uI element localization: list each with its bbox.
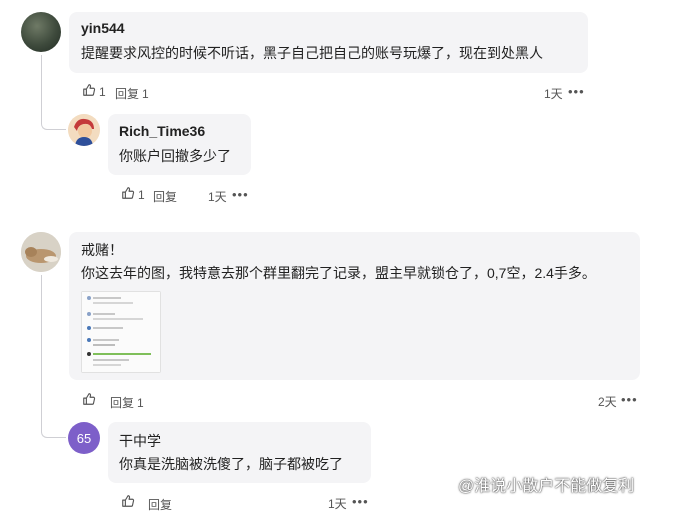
more-options-button[interactable]: •••: [568, 84, 585, 99]
more-options-button[interactable]: •••: [232, 187, 249, 202]
avatar-initials: 65: [76, 430, 92, 446]
dog-photo-icon: [21, 232, 61, 272]
chat-screenshot-thumbnail: [82, 292, 160, 372]
reply-button[interactable]: 回复: [148, 496, 172, 513]
comment-time: 1天: [328, 497, 347, 511]
reply-label: 回复: [115, 87, 140, 101]
comment-text: 你这去年的图，我特意去那个群里翻完了记录，盟主早就锁仓了，0,7空，2.4手多。: [81, 265, 596, 281]
avatar[interactable]: [68, 114, 100, 146]
comment-time: 1天: [208, 190, 227, 204]
comment-username[interactable]: yin544: [81, 20, 125, 36]
reply-button[interactable]: 回复: [153, 188, 177, 205]
comment-username[interactable]: 干中学: [119, 431, 161, 451]
avatar[interactable]: [21, 232, 61, 272]
reply-label: 回复: [110, 396, 135, 410]
comment-username[interactable]: 戒赌！: [81, 240, 123, 260]
thumbs-up-icon: [82, 83, 96, 100]
more-options-button[interactable]: •••: [621, 392, 638, 407]
comment-time: 1天: [544, 87, 563, 101]
reply-button[interactable]: 回复 1: [115, 85, 149, 102]
comment-text: 提醒要求风控的时候不听话，黑子自己把自己的账号玩爆了，现在到处黑人: [81, 45, 543, 61]
comment-text: 你账户回撤多少了: [119, 148, 231, 164]
thumbs-up-icon: [121, 186, 135, 203]
reply-count: 1: [142, 86, 149, 101]
cartoon-avatar-icon: [68, 114, 100, 146]
thumbs-up-icon: [82, 392, 96, 409]
more-options-button[interactable]: •••: [352, 494, 369, 509]
like-button[interactable]: 1: [121, 186, 145, 203]
like-button[interactable]: 1: [82, 83, 106, 100]
attached-image[interactable]: [81, 291, 161, 373]
comment-time: 2天: [598, 395, 617, 409]
watermark: @淮说小散户不能做复利: [458, 478, 635, 495]
reply-label: 回复: [153, 190, 178, 204]
comment-text: 你真是洗脑被洗傻了，脑子都被吃了: [119, 456, 343, 472]
like-count: 1: [138, 187, 145, 202]
avatar[interactable]: [21, 12, 61, 52]
thread-connector-line: [41, 55, 66, 130]
reply-count: 1: [137, 395, 144, 410]
reply-button[interactable]: 回复 1: [110, 394, 144, 411]
thumbs-up-icon: [121, 494, 135, 511]
like-button[interactable]: [82, 392, 96, 409]
comment-username[interactable]: Rich_Time36: [119, 123, 205, 139]
thread-connector-line: [41, 275, 66, 438]
like-button[interactable]: [121, 494, 135, 511]
reply-label: 回复: [148, 498, 173, 512]
avatar[interactable]: 65: [68, 422, 100, 454]
like-count: 1: [99, 84, 106, 99]
